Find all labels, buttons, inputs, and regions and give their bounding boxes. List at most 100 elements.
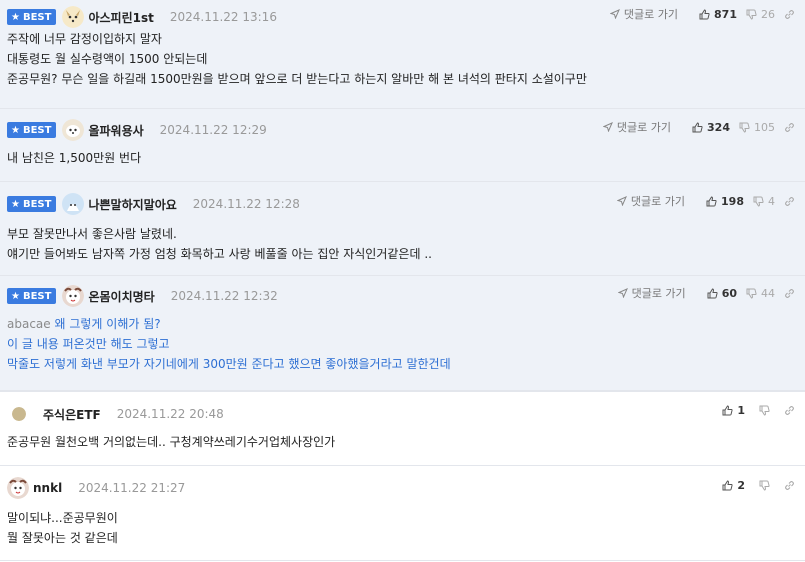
link-button[interactable] bbox=[784, 405, 795, 416]
paper-plane-icon bbox=[609, 9, 620, 19]
comment-item: ★ BEST 아스피린1st 2024.11.22 13:16 댓글로 가기 87… bbox=[0, 0, 805, 109]
comment-body: 말이되냐...준공무원이 뭘 잘못아는 것 같은데 bbox=[7, 508, 118, 548]
comment-actions: 1 bbox=[713, 404, 795, 417]
comment-item: ★ BEST 온몸이치명타 2024.11.22 12:32 댓글로 가기 60 … bbox=[0, 276, 805, 391]
like-button[interactable]: 324 bbox=[692, 121, 730, 134]
like-count: 198 bbox=[721, 194, 744, 208]
paper-plane-icon bbox=[602, 122, 613, 132]
author-nickname[interactable]: 올파워용사 bbox=[88, 122, 143, 139]
star-icon: ★ bbox=[11, 290, 20, 302]
comment-text-line: 주작에 너무 감정이입하지 말자 bbox=[7, 32, 162, 46]
link-button[interactable] bbox=[784, 122, 795, 133]
link-icon bbox=[785, 9, 794, 19]
comment-text-line: 내 남친은 1,500만원 번다 bbox=[7, 151, 142, 165]
author-nickname[interactable]: 온몸이치명타 bbox=[88, 288, 154, 305]
link-icon bbox=[785, 481, 794, 490]
thumbs-up-icon bbox=[707, 287, 718, 298]
comment-date: 2024.11.22 13:16 bbox=[169, 10, 277, 24]
dislike-button[interactable]: 4 bbox=[753, 195, 775, 208]
dislike-button[interactable]: 105 bbox=[739, 121, 775, 134]
comment-body: 부모 잘못만나서 좋은사람 날렸네. 얘기만 들어봐도 남자쪽 가정 엄청 화목… bbox=[7, 224, 432, 264]
dislike-count: 26 bbox=[761, 7, 775, 21]
comment-text-line: 얘기만 들어봐도 남자쪽 가정 엄청 화목하고 사랑 베풀줄 아는 집안 자식인… bbox=[7, 247, 432, 261]
comment-actions: 댓글로 가기 871 26 bbox=[609, 6, 795, 22]
thumbs-down-icon bbox=[759, 480, 770, 491]
dislike-button[interactable] bbox=[759, 480, 770, 491]
paper-plane-icon bbox=[616, 196, 627, 206]
dislike-button[interactable]: 26 bbox=[746, 8, 775, 21]
reply-label: 댓글로 가기 bbox=[631, 287, 686, 300]
comment-date: 2024.11.22 12:28 bbox=[192, 197, 300, 211]
mention-username[interactable]: abacae bbox=[7, 317, 51, 331]
thumbs-up-icon bbox=[692, 121, 703, 132]
comment-item: nnkl 2024.11.22 21:27 2 말이되냐...준공무원이 뭘 잘… bbox=[0, 466, 805, 561]
thumbs-down-icon bbox=[753, 196, 764, 207]
comment-body: abacae 왜 그렇게 이해가 됨? 이 글 내용 퍼온것만 해도 그렇고 막… bbox=[7, 314, 451, 374]
reply-label: 댓글로 가기 bbox=[630, 195, 686, 208]
like-count: 871 bbox=[714, 7, 737, 21]
link-button[interactable] bbox=[784, 9, 795, 20]
author-nickname[interactable]: nnkl bbox=[33, 481, 62, 495]
thumbs-up-icon bbox=[699, 8, 710, 19]
reply-link[interactable]: 댓글로 가기 bbox=[617, 285, 686, 301]
author-nickname[interactable]: 주식은ETF bbox=[43, 406, 101, 423]
author-nickname[interactable]: 나쁜말하지말아요 bbox=[88, 196, 176, 213]
thumbs-down-icon bbox=[759, 405, 770, 416]
comment-header: ★ BEST 올파워용사 2024.11.22 12:29 bbox=[7, 119, 267, 141]
reply-label: 댓글로 가기 bbox=[616, 121, 672, 134]
like-count: 1 bbox=[737, 404, 745, 417]
like-button[interactable]: 198 bbox=[706, 195, 744, 208]
like-button[interactable]: 1 bbox=[722, 404, 745, 417]
reply-link[interactable]: 댓글로 가기 bbox=[609, 6, 679, 22]
thumbs-down-icon bbox=[746, 288, 757, 299]
avatar[interactable] bbox=[12, 407, 26, 421]
dislike-count: 105 bbox=[754, 120, 775, 134]
reply-link[interactable]: 댓글로 가기 bbox=[616, 193, 686, 209]
comment-text-line: abacae 왜 그렇게 이해가 됨? bbox=[7, 317, 161, 331]
best-badge: ★ BEST bbox=[7, 9, 57, 25]
comment-item: 주식은ETF 2024.11.22 20:48 1 준공무원 월천오백 거의없는… bbox=[0, 391, 805, 466]
comment-item: ★ BEST 올파워용사 2024.11.22 12:29 댓글로 가기 324 … bbox=[0, 109, 805, 182]
link-icon bbox=[785, 288, 794, 298]
comment-header: 주식은ETF 2024.11.22 20:48 bbox=[7, 404, 224, 424]
paper-plane-icon bbox=[617, 288, 628, 298]
avatar[interactable] bbox=[62, 6, 85, 28]
comment-date: 2024.11.22 12:29 bbox=[159, 123, 267, 137]
link-button[interactable] bbox=[784, 196, 795, 207]
comment-text-line: 준공무원 월천오백 거의없는데.. 구청계약쓰레기수거업체사장인가 bbox=[7, 435, 336, 449]
author-nickname[interactable]: 아스피린1st bbox=[88, 9, 153, 26]
comment-header: ★ BEST 아스피린1st 2024.11.22 13:16 bbox=[7, 6, 277, 28]
avatar[interactable] bbox=[62, 285, 85, 307]
comment-text-line: 뭘 잘못아는 것 같은데 bbox=[7, 531, 118, 545]
link-button[interactable] bbox=[784, 480, 795, 491]
like-count: 60 bbox=[721, 286, 737, 300]
link-icon bbox=[785, 196, 794, 206]
best-badge: ★ BEST bbox=[7, 288, 57, 304]
thumbs-down-icon bbox=[739, 122, 750, 133]
comment-actions: 댓글로 가기 60 44 bbox=[617, 285, 795, 301]
best-badge: ★ BEST bbox=[7, 122, 57, 138]
like-button[interactable]: 2 bbox=[722, 479, 745, 492]
thumbs-down-icon bbox=[746, 9, 757, 20]
reply-label: 댓글로 가기 bbox=[623, 8, 679, 21]
comment-date: 2024.11.22 20:48 bbox=[116, 407, 224, 421]
comment-date: 2024.11.22 21:27 bbox=[78, 481, 186, 495]
comment-body: 준공무원 월천오백 거의없는데.. 구청계약쓰레기수거업체사장인가 bbox=[7, 432, 335, 452]
comment-body: 내 남친은 1,500만원 번다 bbox=[7, 148, 141, 168]
comment-body: 주작에 너무 감정이입하지 말자 대통령도 월 실수령액이 1500 안되는데 … bbox=[7, 29, 587, 89]
dislike-button[interactable] bbox=[759, 405, 770, 416]
avatar[interactable] bbox=[62, 119, 85, 141]
comment-text-line: 이 글 내용 퍼온것만 해도 그렇고 bbox=[7, 337, 170, 351]
link-button[interactable] bbox=[784, 288, 795, 299]
comment-text-line: 말이되냐...준공무원이 bbox=[7, 511, 118, 525]
comment-header: ★ BEST 나쁜말하지말아요 2024.11.22 12:28 bbox=[7, 193, 300, 215]
link-icon bbox=[785, 406, 794, 415]
like-button[interactable]: 60 bbox=[707, 287, 737, 300]
reply-link[interactable]: 댓글로 가기 bbox=[602, 119, 672, 135]
comment-text-line: 부모 잘못만나서 좋은사람 날렸네. bbox=[7, 227, 177, 241]
like-button[interactable]: 871 bbox=[699, 8, 737, 21]
avatar[interactable] bbox=[7, 477, 29, 499]
avatar[interactable] bbox=[62, 193, 85, 215]
best-badge: ★ BEST bbox=[7, 196, 57, 212]
dislike-button[interactable]: 44 bbox=[746, 287, 775, 300]
